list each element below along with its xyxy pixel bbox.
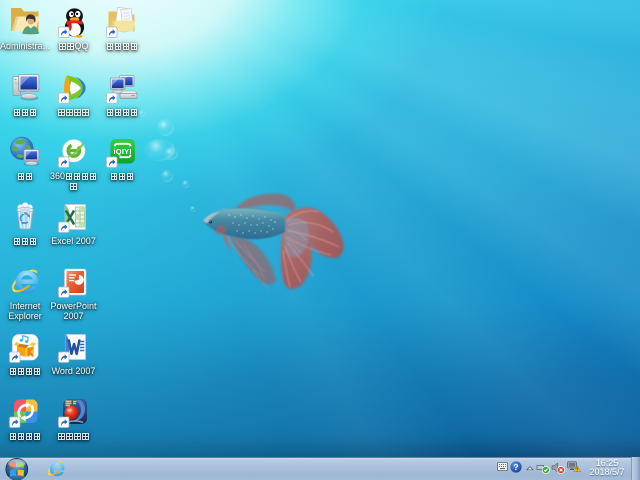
svg-text:?: ?	[513, 462, 518, 472]
svg-text:iQIYI: iQIYI	[113, 147, 131, 156]
